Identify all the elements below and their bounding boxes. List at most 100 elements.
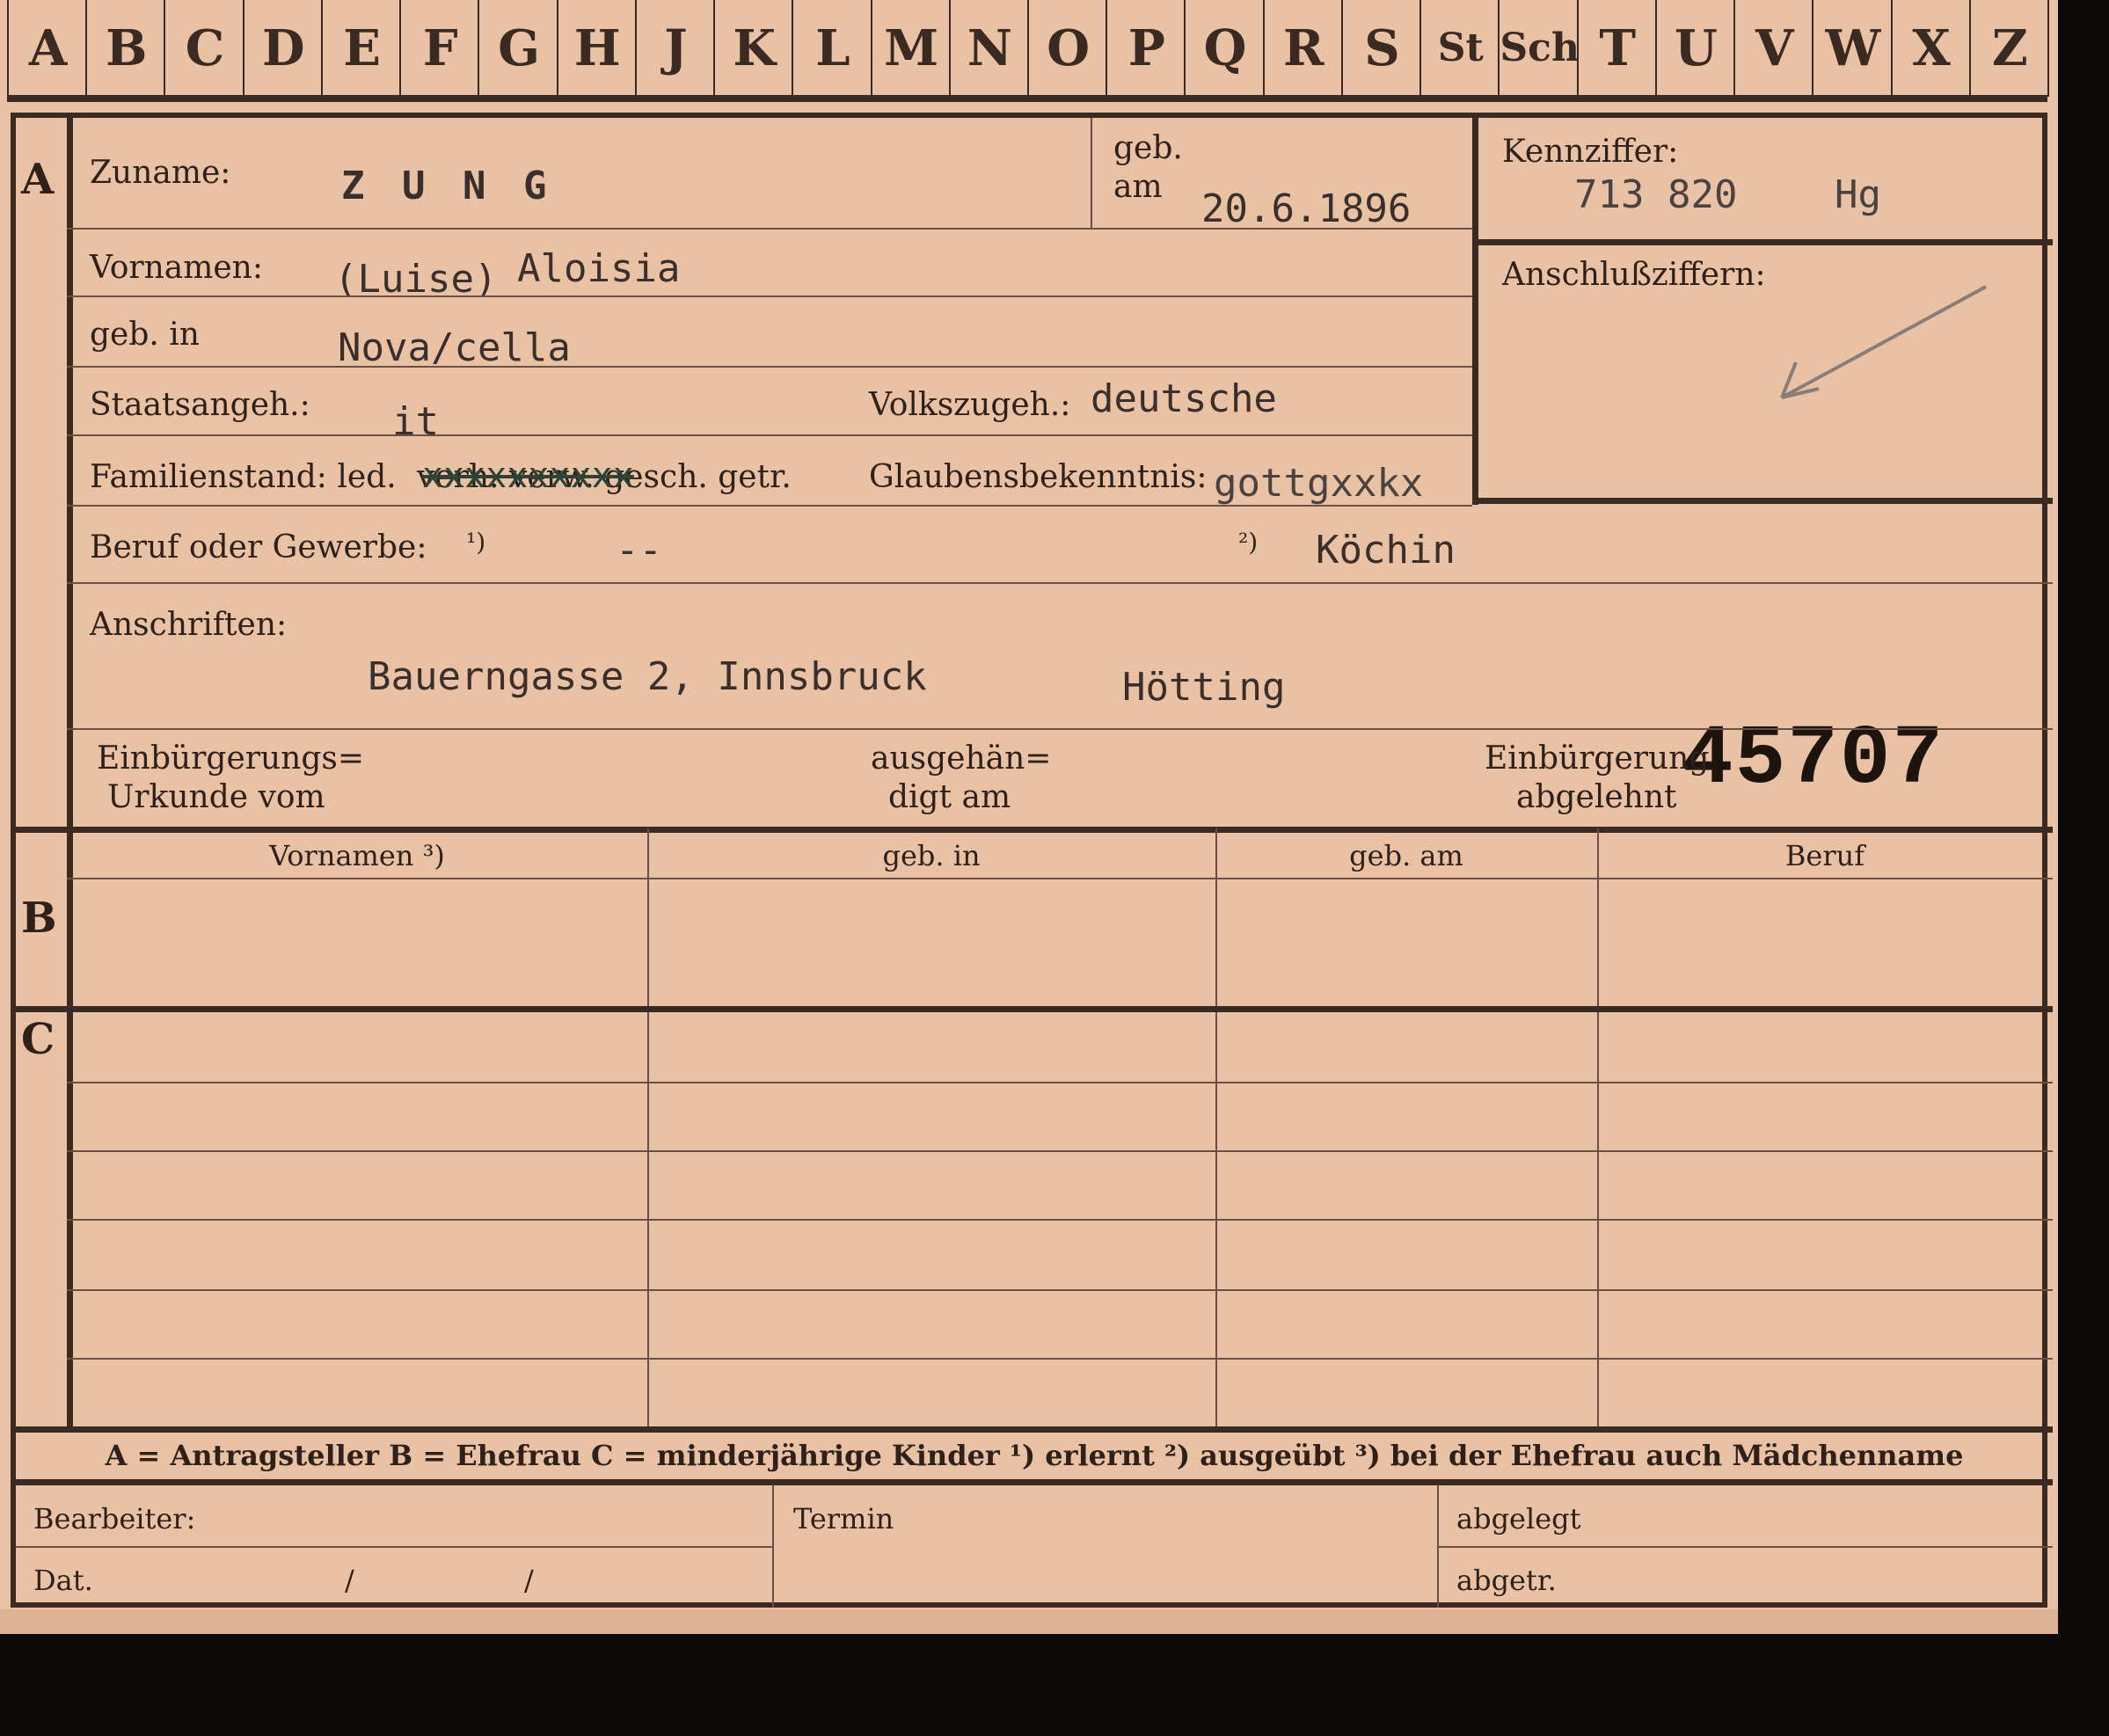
born-on-divider — [1091, 118, 1092, 228]
naturalization-refused-label-2: abgelehnt — [1516, 779, 1677, 815]
marital-status-label: Familienstand: led. — [90, 459, 397, 495]
row-line-6 — [67, 582, 2053, 584]
alphabet-tab-x[interactable]: X — [1890, 0, 1971, 97]
alphabet-tab-s[interactable]: S — [1340, 0, 1421, 97]
date-label: Dat. — [33, 1564, 93, 1597]
surname-value: Z U N G — [341, 164, 554, 208]
scan-background — [0, 1636, 2109, 1736]
born-on-label-1: geb. — [1113, 130, 1183, 166]
alphabet-tab-z[interactable]: Z — [1968, 0, 2049, 97]
tab-strip-border — [7, 95, 2047, 102]
removed-label: abgetr. — [1456, 1564, 1557, 1597]
id-number-label: Kennziffer: — [1502, 134, 1679, 170]
citizenship-value: it — [392, 399, 439, 444]
handed-out-label-1: ausgehän= — [871, 740, 1052, 777]
section-margin-line — [67, 118, 73, 1428]
alphabet-tab-h[interactable]: H — [556, 0, 637, 97]
section-c-bottom-border — [16, 1426, 2053, 1433]
id-suffix-value: Hg — [1835, 172, 1881, 217]
col-header-occupation: Beruf — [1784, 839, 1865, 872]
id-box-left-border — [1472, 118, 1478, 505]
col-header-born-on: geb. am — [1349, 839, 1463, 872]
legend-bottom-border — [16, 1479, 2053, 1485]
id-box-bottom-border — [1472, 498, 2053, 504]
alphabet-tab-e[interactable]: E — [320, 0, 401, 97]
date-separator-1: / — [345, 1564, 354, 1597]
col-divider-3 — [1597, 828, 1599, 1428]
registration-card: A B C D E F G H J K L M N O P Q R S St Sch T U V W X Z A B C Zuna… — [0, 0, 2058, 1634]
born-on-label-2: am — [1113, 169, 1163, 205]
child-row-line-2 — [67, 1150, 2053, 1152]
card-frame: A B C Zuname: Z U N G geb. am 20.6.1896 … — [11, 113, 2053, 1608]
filed-label: abgelegt — [1456, 1502, 1581, 1535]
id-box-divider — [1472, 239, 2053, 245]
handed-out-label-2: digt am — [888, 779, 1011, 815]
alphabet-tab-q[interactable]: Q — [1184, 0, 1264, 97]
alphabet-tab-w[interactable]: W — [1812, 0, 1892, 97]
note-1-marker: ¹) — [466, 528, 486, 557]
alphabet-tab-a[interactable]: A — [7, 0, 87, 97]
alphabet-tab-r[interactable]: R — [1262, 0, 1343, 97]
alphabet-tab-sch[interactable]: Sch — [1498, 0, 1580, 97]
alphabet-tab-b[interactable]: B — [85, 0, 165, 97]
alphabet-tab-st[interactable]: St — [1419, 0, 1500, 97]
religion-label: Glaubensbekenntnis: — [869, 459, 1208, 495]
row-line-7 — [67, 728, 2053, 730]
alphabet-tab-f[interactable]: F — [399, 0, 479, 97]
child-row-line-5 — [67, 1358, 2053, 1360]
alphabet-tab-g[interactable]: G — [478, 0, 558, 97]
citizenship-label: Staatsangeh.: — [90, 387, 310, 423]
filed-row-line — [1437, 1546, 2053, 1548]
naturalization-cert-label-1: Einbürgerungs= — [97, 740, 365, 777]
occupation-practiced-value: Köchin — [1316, 528, 1456, 573]
alphabet-tab-l[interactable]: L — [792, 0, 872, 97]
connection-numbers-label: Anschlußziffern: — [1502, 257, 1766, 293]
note-2-marker: ²) — [1238, 528, 1259, 557]
address-value: Bauerngasse 2, Innsbruck — [368, 654, 927, 699]
alphabet-tab-k[interactable]: K — [713, 0, 793, 97]
section-letter-c: C — [21, 1015, 55, 1064]
row-line-5 — [67, 505, 1472, 507]
alphabet-tab-m[interactable]: M — [870, 0, 951, 97]
alphabet-tab-c[interactable]: C — [164, 0, 244, 97]
child-row-line-3 — [67, 1219, 2053, 1221]
alphabet-tab-n[interactable]: N — [948, 0, 1029, 97]
alphabet-tab-t[interactable]: T — [1576, 0, 1657, 97]
alphabet-tab-j[interactable]: J — [634, 0, 715, 97]
processor-divider — [772, 1484, 774, 1608]
alphabet-tab-o[interactable]: O — [1027, 0, 1107, 97]
row-line-2 — [67, 295, 1472, 297]
child-row-line-4 — [67, 1289, 2053, 1291]
section-a-bottom-border — [16, 827, 2053, 833]
pencil-arrow-icon — [1780, 285, 1987, 399]
naturalization-cert-label-2: Urkunde vom — [107, 779, 325, 815]
child-row-line-1 — [67, 1082, 2053, 1083]
alphabet-tab-d[interactable]: D — [242, 0, 323, 97]
alphabet-tab-end-border — [2047, 0, 2049, 97]
row-line-4 — [67, 434, 1472, 436]
alphabet-tab-u[interactable]: U — [1654, 0, 1735, 97]
occupation-label: Beruf oder Gewerbe: — [90, 529, 427, 565]
ethnicity-label: Volkszugeh.: — [869, 387, 1071, 423]
col-header-given-names: Vornamen ³) — [269, 839, 445, 872]
birthplace-value: Nova/cella — [338, 325, 571, 370]
alphabet-tab-p[interactable]: P — [1106, 0, 1186, 97]
deadline-label: Termin — [793, 1502, 894, 1535]
row-line-3 — [67, 366, 1472, 368]
district-value: Hötting — [1122, 665, 1286, 710]
header-underline — [67, 878, 2053, 879]
given-names-label: Vornamen: — [90, 250, 263, 286]
alphabet-tab-v[interactable]: V — [1733, 0, 1813, 97]
naturalization-refused-label-1: Einbürgerung — [1485, 740, 1710, 777]
born-in-label: geb. in — [90, 317, 200, 353]
given-names-value: Aloisia — [517, 246, 681, 291]
occupation-learned-value: -- — [616, 528, 662, 573]
file-number-stamp: 45707 — [1682, 711, 1945, 807]
section-b-bottom-border — [16, 1006, 2053, 1012]
addresses-label: Anschriften: — [90, 607, 288, 643]
ethnicity-value: deutsche — [1091, 376, 1277, 421]
section-letter-a: A — [21, 155, 55, 204]
surname-label: Zuname: — [90, 155, 231, 191]
processor-row-line — [16, 1546, 772, 1548]
birth-date-value: 20.6.1896 — [1201, 186, 1412, 231]
